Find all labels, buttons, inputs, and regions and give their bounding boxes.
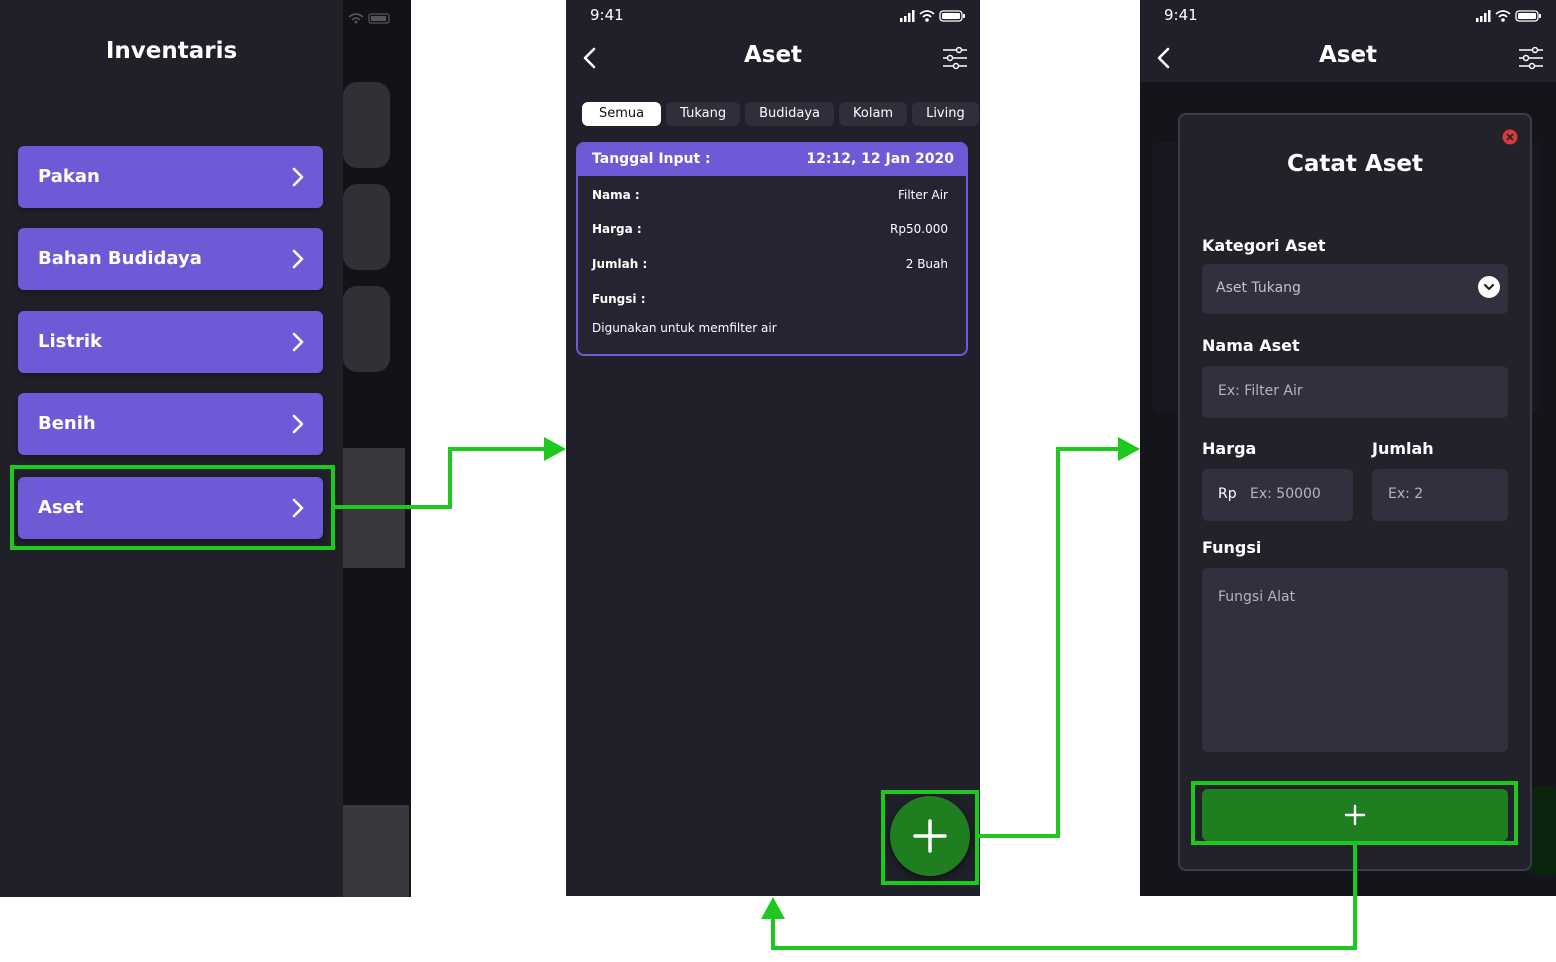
arrow-head bbox=[1118, 437, 1140, 461]
flow-arrows bbox=[335, 437, 1357, 950]
arrow-head bbox=[761, 897, 785, 919]
flow-arrow bbox=[771, 845, 1357, 950]
arrow-head bbox=[544, 437, 566, 461]
flow-arrow bbox=[335, 447, 548, 509]
flow-arrow bbox=[979, 447, 1122, 838]
